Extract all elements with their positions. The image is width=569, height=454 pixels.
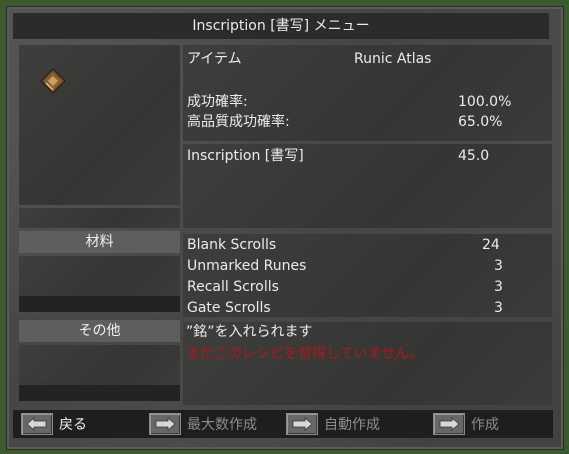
make-button-label: 作成 [471,417,499,433]
make-max-button-label: 最大数作成 [187,417,257,433]
material-qty: 3 [494,300,503,316]
exceptional-chance-label: 高品質成功確率: [187,114,290,130]
materials-section-label-text: 材料 [85,234,114,250]
success-chance-value: 100.0% [458,94,512,110]
make-max-button[interactable]: 最大数作成 [149,413,257,435]
material-name: Gate Scrolls [187,300,271,316]
runic-atlas-book-icon [40,68,66,94]
back-button[interactable]: 戻る [21,413,87,435]
materials-left-panel [19,256,180,296]
materials-left-bar [19,296,180,312]
left-spacer-panel [19,208,180,228]
other-section-label-text: その他 [78,323,121,339]
skill-name: Inscription [書写] [187,148,304,164]
material-qty: 24 [482,237,500,253]
material-qty: 3 [494,279,503,295]
item-header-label: アイテム [187,51,242,67]
item-name: Runic Atlas [354,51,432,67]
material-name: Blank Scrolls [187,237,277,253]
success-chance-label: 成功確率: [187,94,248,110]
skill-value: 45.0 [458,148,490,164]
material-qty: 3 [494,258,503,274]
recipe-warning: まだこのレシピを習得していません。 [186,346,424,362]
window-title: Inscription [書写] メニュー [13,13,549,39]
other-section-label: その他 [19,320,180,342]
make-button[interactable]: 作成 [433,413,499,435]
material-name: Unmarked Runes [187,258,307,274]
auto-make-button-label: 自動作成 [324,417,380,433]
back-arrow-icon [21,413,53,435]
forward-arrow-icon [433,413,465,435]
other-left-panel [19,345,180,385]
maker-mark-note: ”銘”を入れられます [186,324,313,340]
window-title-text: Inscription [書写] メニュー [192,18,370,34]
auto-make-button[interactable]: 自動作成 [286,413,380,435]
forward-arrow-icon [149,413,181,435]
forward-arrow-icon [286,413,318,435]
other-left-bar [19,385,180,401]
material-name: Recall Scrolls [187,279,279,295]
materials-section-label: 材料 [19,231,180,253]
exceptional-chance-value: 65.0% [458,114,503,130]
back-button-label: 戻る [59,417,87,433]
